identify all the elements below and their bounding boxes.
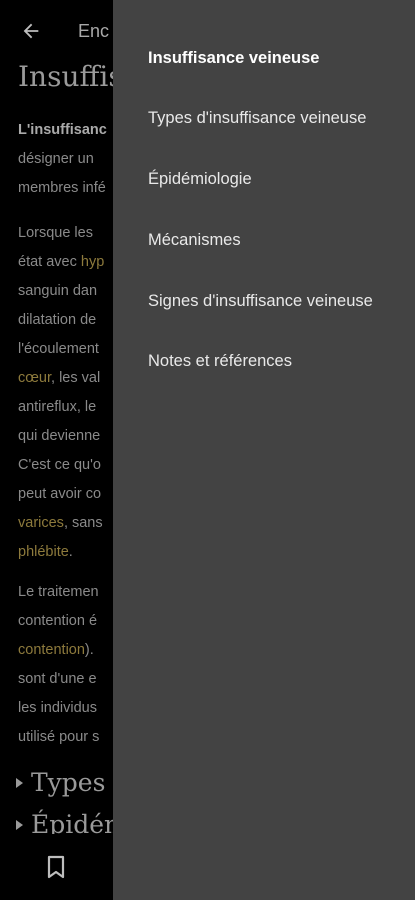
expand-arrow-icon <box>16 819 23 830</box>
article-line: membres infé <box>18 180 106 196</box>
article-title: Insuffis <box>18 60 123 93</box>
article-link[interactable]: contention <box>18 642 85 658</box>
toc-item-notes-references[interactable]: Notes et références <box>148 341 408 381</box>
back-button[interactable] <box>14 14 48 48</box>
article-line: utilisé pour s <box>18 729 100 745</box>
article-line: état avec <box>18 254 81 270</box>
article-link[interactable]: cœur <box>18 370 51 386</box>
app-title: Enc <box>78 21 110 41</box>
article-link[interactable]: phlébite <box>18 544 69 560</box>
toc-item-insuffisance-veineuse[interactable]: Insuffisance veineuse <box>148 38 408 78</box>
article-line: sont d'une e <box>18 671 97 687</box>
toc-item-epidemiologie[interactable]: Épidémiologie <box>148 159 408 199</box>
article-line: désigner un <box>18 151 94 167</box>
article-line: sanguin dan <box>18 283 98 299</box>
arrow-left-icon <box>23 23 39 39</box>
toc-item-types[interactable]: Types d'insuffisance veineuse <box>148 98 408 138</box>
article-line: C'est ce qu'o <box>18 457 101 473</box>
article-line: contention é <box>18 613 98 629</box>
article-link[interactable]: hyp <box>81 254 104 270</box>
article-line: L'insuffisanc <box>18 122 107 138</box>
article-link[interactable]: varices <box>18 515 64 531</box>
table-of-contents-drawer: Insuffisance veineuse Types d'insuffisan… <box>113 0 415 900</box>
article-line: antireflux, le <box>18 399 97 415</box>
article-line: les individus <box>18 700 97 716</box>
bookmark-icon <box>47 855 65 879</box>
article-line: Lorsque les <box>18 225 93 241</box>
article-line: ). <box>84 642 94 658</box>
expand-arrow-icon <box>16 777 23 788</box>
article-line: Le traitemen <box>18 584 99 600</box>
article-line: peut avoir co <box>18 486 102 502</box>
bookmark-button[interactable] <box>42 850 70 884</box>
article-line: . <box>68 544 73 560</box>
toc-item-signes[interactable]: Signes d'insuffisance veineuse <box>148 281 408 321</box>
toc-item-mecanismes[interactable]: Mécanismes <box>148 220 408 260</box>
article-line: dilatation de <box>18 312 97 328</box>
article-line: , sans <box>63 515 103 531</box>
article-line: , les val <box>51 370 101 386</box>
article-line: l'écoulement <box>18 341 99 357</box>
article-line: qui devienne <box>18 428 101 444</box>
